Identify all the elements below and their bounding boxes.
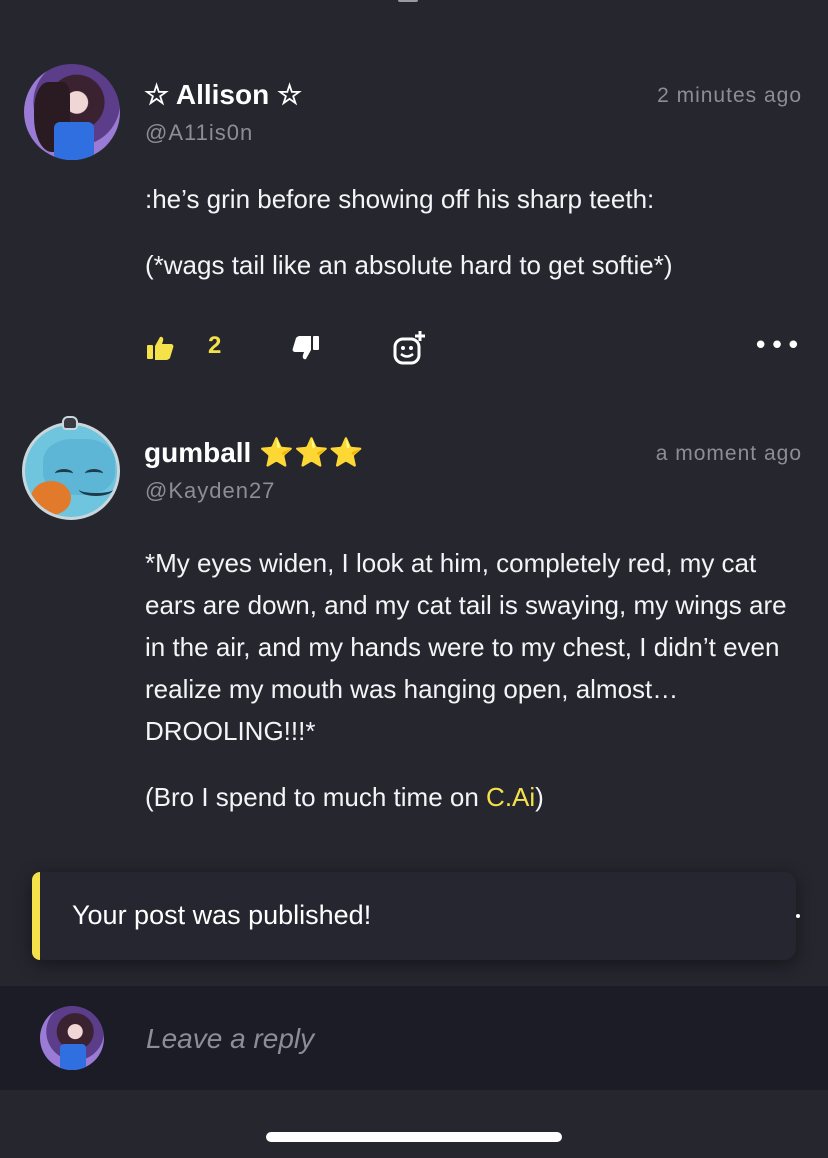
post-timestamp: 2 minutes ago <box>657 84 802 107</box>
post-paragraph: *My eyes widen, I look at him, completel… <box>145 548 787 746</box>
reply-bar <box>0 986 828 1090</box>
author-handle: @A11is0n <box>145 120 254 145</box>
avatar-shirt <box>54 122 94 160</box>
more-icon[interactable]: ••• <box>753 333 802 359</box>
author-name[interactable]: gumball ⭐⭐⭐ <box>144 436 364 469</box>
post-paragraph: (*wags tail like an absolute hard to get… <box>145 250 673 280</box>
post-paragraph: :he’s grin before showing off his sharp … <box>145 184 655 214</box>
add-reaction-icon[interactable] <box>392 328 428 368</box>
toast-notification[interactable]: Your post was published! <box>32 872 800 960</box>
reply-input[interactable] <box>144 1018 788 1060</box>
thumbs-down-icon[interactable] <box>292 328 320 368</box>
author-name-text: gumball <box>144 437 252 468</box>
highlight-link[interactable]: C.Ai <box>486 782 535 812</box>
post-paragraph: (Bro I spend to much time on C.Ai) <box>145 776 805 818</box>
thumbs-up-icon[interactable] <box>146 328 174 368</box>
post-body: *My eyes widen, I look at him, completel… <box>145 542 805 818</box>
post-actions: 2 ••• <box>0 328 828 368</box>
avatar <box>40 1006 104 1070</box>
avatar-mouth <box>79 483 113 496</box>
paragraph-text: ) <box>535 782 544 812</box>
avatar-orange-shape <box>31 481 71 515</box>
avatar[interactable] <box>22 422 120 520</box>
badge-icon <box>62 416 78 430</box>
toast-accent-bar <box>32 872 40 960</box>
author-name[interactable]: ☆ Allison ☆ <box>144 78 302 111</box>
home-indicator[interactable] <box>266 1132 562 1142</box>
author-handle: @Kayden27 <box>145 478 276 503</box>
avatar-eye <box>55 469 73 478</box>
toast-dot <box>796 914 800 918</box>
avatar-shirt <box>60 1044 86 1070</box>
avatar[interactable] <box>24 64 120 160</box>
avatar-eye <box>85 469 103 478</box>
paragraph-text: (Bro I spend to much time on <box>145 782 487 812</box>
like-count: 2 <box>208 332 222 359</box>
top-drag-indicator <box>398 0 418 2</box>
post-timestamp: a moment ago <box>655 442 802 465</box>
post-body: :he’s grin before showing off his sharp … <box>145 178 805 286</box>
toast-message: Your post was published! <box>72 900 372 930</box>
star-icons: ⭐⭐⭐ <box>259 437 364 468</box>
